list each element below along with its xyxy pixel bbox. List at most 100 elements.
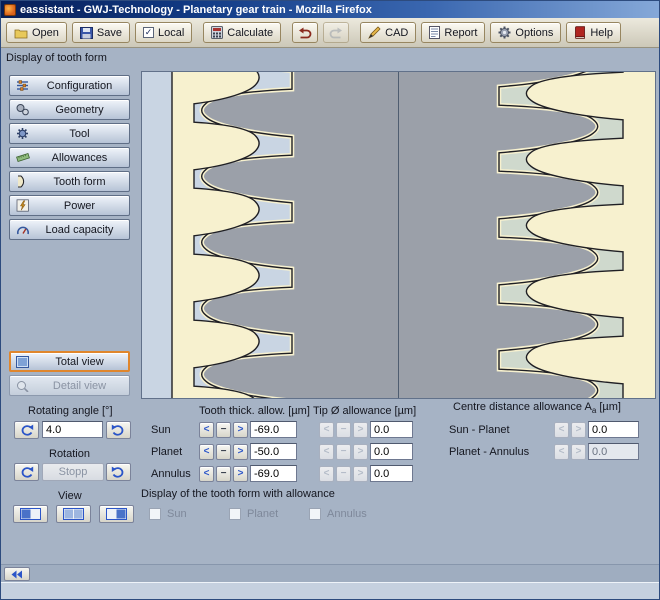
rotate-ccw-icon	[19, 424, 34, 437]
sun-tip-decrease-button: <	[319, 422, 334, 438]
detail-view-label: Detail view	[35, 380, 124, 392]
status-panel-button[interactable]	[4, 567, 30, 581]
annulus-thickness-decrease-button[interactable]: <	[199, 466, 214, 482]
browser-status-bar	[1, 582, 659, 600]
sidebar-item-allowances[interactable]: Allowances	[9, 147, 130, 168]
sun-planet-cd-decrease-button: <	[554, 422, 569, 438]
sun-planet-cd-increase-button: >	[571, 422, 586, 438]
sidebar-item-label: Allowances	[35, 152, 124, 164]
sidebar-item-label: Load capacity	[35, 224, 124, 236]
redo-button	[323, 22, 349, 43]
annulus-tip-input[interactable]	[370, 465, 413, 482]
planet-tip-increase-button: >	[353, 444, 368, 460]
sidebar-item-power[interactable]: Power	[9, 195, 130, 216]
sidebar-item-tooth-form[interactable]: Tooth form	[9, 171, 130, 192]
view-left-icon	[20, 508, 41, 520]
rotate-step-cw-button[interactable]	[106, 421, 131, 439]
tooth-form-icon	[15, 175, 30, 188]
annulus-thickness-zero-button[interactable]: −	[216, 466, 231, 482]
annulus-tip-increase-button: >	[353, 466, 368, 482]
sun-thickness-decrease-button[interactable]: <	[199, 422, 214, 438]
calculate-label: Calculate	[227, 27, 273, 39]
title-bar: eassistant - GWJ-Technology - Planetary …	[1, 1, 659, 18]
power-icon	[15, 199, 30, 212]
help-button[interactable]: Help	[566, 22, 621, 43]
open-button[interactable]: Open	[6, 22, 67, 43]
total-view-label: Total view	[35, 356, 124, 368]
total-view-button[interactable]: Total view	[9, 351, 130, 372]
detail-view-icon	[15, 380, 30, 392]
checkbox-sun: Sun	[149, 508, 187, 520]
redo-icon	[329, 27, 343, 39]
sidebar-item-geometry[interactable]: Geometry	[9, 99, 130, 120]
sun-tip-increase-button: >	[353, 422, 368, 438]
calculate-button[interactable]: Calculate	[203, 22, 281, 43]
help-book-icon	[574, 26, 586, 39]
load-capacity-icon	[15, 223, 30, 236]
sidebar-item-label: Power	[35, 200, 124, 212]
planet-annulus-label: Planet - Annulus	[449, 446, 529, 458]
sun-thickness-zero-button[interactable]: −	[216, 422, 231, 438]
cad-label: CAD	[385, 27, 408, 39]
centre-distance-header-unit: [µm]	[596, 401, 621, 413]
sun-tip-input[interactable]	[370, 421, 413, 438]
planet-annulus-cd-input	[588, 443, 639, 460]
options-button[interactable]: Options	[490, 22, 561, 43]
view-right-button[interactable]	[99, 505, 134, 523]
view-label: View	[58, 490, 82, 502]
tooth-thickness-header: Tooth thick. allow. [µm]	[199, 405, 310, 417]
planet-tip-input[interactable]	[370, 443, 413, 460]
help-label: Help	[590, 27, 613, 39]
page-title: Display of tooth form	[1, 48, 659, 63]
rotation-label: Rotation	[49, 448, 90, 460]
status-bar	[1, 564, 659, 582]
sun-thickness-input[interactable]	[250, 421, 297, 438]
report-label: Report	[444, 27, 477, 39]
calculator-icon	[211, 26, 223, 39]
rotation-cw-button[interactable]	[106, 463, 131, 481]
rotate-step-ccw-button[interactable]	[14, 421, 39, 439]
planet-thickness-decrease-button[interactable]: <	[199, 444, 214, 460]
save-label: Save	[97, 27, 122, 39]
undo-icon	[298, 27, 312, 39]
tip-allowance-header: Tip Ø allowance [µm]	[313, 405, 416, 417]
annulus-tip-decrease-button: <	[319, 466, 334, 482]
planet-annulus-cd-increase-button: >	[571, 444, 586, 460]
options-label: Options	[515, 27, 553, 39]
view-both-button[interactable]	[56, 505, 91, 523]
view-right-icon	[106, 508, 127, 520]
checkbox-annulus: Annulus	[309, 508, 367, 520]
sun-planet-mesh-view	[142, 72, 398, 398]
local-toggle[interactable]: ✓ Local	[135, 22, 192, 43]
rotate-ccw-icon	[19, 466, 34, 479]
centre-distance-header-text: Centre distance allowance A	[453, 401, 592, 413]
checkbox-icon	[149, 508, 161, 520]
sun-planet-cd-input[interactable]	[588, 421, 639, 438]
sidebar-item-label: Geometry	[35, 104, 124, 116]
planet-thickness-zero-button[interactable]: −	[216, 444, 231, 460]
annulus-row-label: Annulus	[151, 468, 191, 480]
annulus-thickness-increase-button[interactable]: >	[233, 466, 248, 482]
sidebar-item-tool[interactable]: Tool	[9, 123, 130, 144]
planet-thickness-increase-button[interactable]: >	[233, 444, 248, 460]
rotating-angle-input[interactable]	[42, 421, 103, 438]
rotation-ccw-button[interactable]	[14, 463, 39, 481]
planet-row-label: Planet	[151, 446, 182, 458]
sun-thickness-increase-button[interactable]: >	[233, 422, 248, 438]
sidebar-item-configuration[interactable]: Configuration	[9, 75, 130, 96]
sidebar-item-label: Configuration	[35, 80, 124, 92]
cad-button[interactable]: CAD	[360, 22, 416, 43]
sidebar-item-load-capacity[interactable]: Load capacity	[9, 219, 130, 240]
tooth-form-display	[141, 71, 656, 399]
annulus-thickness-input[interactable]	[250, 465, 297, 482]
save-icon	[80, 27, 93, 39]
view-left-button[interactable]	[13, 505, 48, 523]
planet-tip-zero-button: −	[336, 444, 351, 460]
undo-button[interactable]	[292, 22, 318, 43]
toolbar: Open Save ✓ Local Calculate CAD Report	[1, 18, 659, 48]
report-button[interactable]: Report	[421, 22, 485, 43]
planet-thickness-input[interactable]	[250, 443, 297, 460]
checkbox-sun-label: Sun	[167, 508, 187, 520]
configuration-icon	[15, 79, 30, 92]
save-button[interactable]: Save	[72, 22, 130, 43]
